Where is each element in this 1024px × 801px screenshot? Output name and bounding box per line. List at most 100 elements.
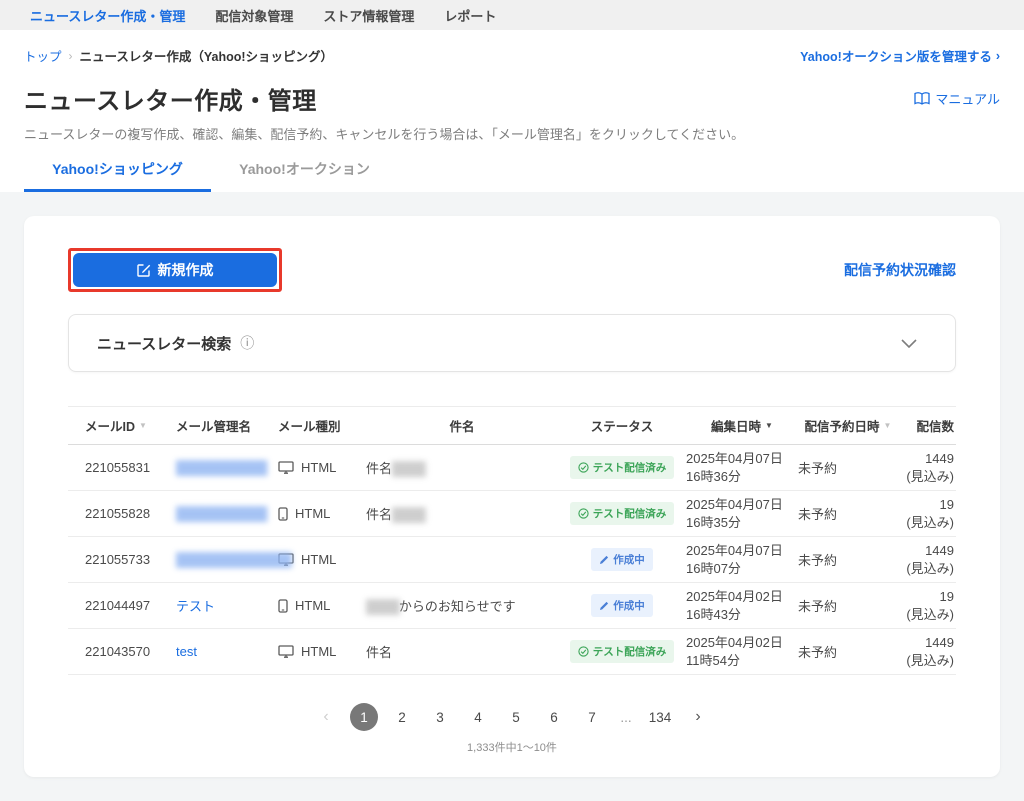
- header-status-label: ステータス: [590, 420, 654, 434]
- table-header-row: メールID ▼ メール管理名 メール種別 件名 ステータス 編集日時 ▼ 配信予…: [68, 406, 956, 445]
- edited-date: 2025年04月07日: [686, 451, 783, 466]
- platform-tabs: Yahoo!ショッピング Yahoo!オークション: [24, 159, 1000, 192]
- status-badge: テスト配信済み: [569, 640, 675, 664]
- manual-link[interactable]: マニュアル: [914, 89, 1000, 108]
- breadcrumb-home-link[interactable]: トップ: [24, 46, 62, 65]
- cell-edited: 2025年04月02日 16時43分: [686, 588, 798, 623]
- manage-name-link[interactable]: ███████████: [176, 506, 267, 521]
- page-button-1[interactable]: 1: [350, 703, 378, 732]
- pagination-summary: 1,333件中1〜10件: [467, 742, 557, 755]
- main-card: 新規作成 配信予約状況確認 ニュースレター検索 ⓘ メールID ▼ メール管理名…: [24, 216, 1000, 778]
- status-badge: 作成中: [591, 594, 653, 618]
- cell-status: テスト配信済み: [558, 502, 686, 526]
- header-scheduled[interactable]: 配信予約日時 ▼: [798, 416, 898, 435]
- count-note: (見込み): [906, 468, 954, 484]
- top-navigation: ニュースレター作成・管理 配信対象管理 ストア情報管理 レポート: [0, 0, 1024, 30]
- annotation-highlight: 新規作成: [68, 248, 282, 292]
- search-panel-title: ニュースレター検索: [97, 335, 232, 353]
- breadcrumb-current: ニュースレター作成（Yahoo!ショッピング）: [79, 50, 334, 64]
- cell-count: 1449 (見込み): [898, 450, 956, 485]
- mail-type-label: HTML: [295, 598, 331, 614]
- breadcrumb-separator-icon: ›: [68, 48, 73, 63]
- header-status: ステータス: [558, 416, 686, 435]
- count-note: (見込み): [906, 652, 954, 668]
- count-value: 1449: [925, 543, 954, 559]
- sort-icon: ▼: [883, 421, 892, 430]
- count-note: (見込み): [906, 560, 954, 576]
- cell-count: 19 (見込み): [898, 588, 956, 623]
- subject-redacted: ████: [392, 461, 426, 477]
- cell-mail-type: HTML: [278, 552, 366, 567]
- edited-date: 2025年04月02日: [686, 589, 783, 605]
- header-count-label: 配信数: [916, 420, 954, 434]
- auction-version-link[interactable]: Yahoo!オークション版を管理する ›: [800, 46, 1000, 65]
- page-button-6[interactable]: 6: [540, 703, 568, 731]
- chevron-down-icon[interactable]: [901, 338, 917, 348]
- header-subject-label: 件名: [449, 420, 475, 434]
- tab-yahoo-auction[interactable]: Yahoo!オークション: [211, 159, 398, 192]
- subject-text: 件名: [366, 461, 393, 477]
- sort-icon-active: ▼: [765, 421, 773, 430]
- page-button-2[interactable]: 2: [388, 703, 416, 731]
- header-manage-name-label: メール管理名: [176, 420, 252, 434]
- page-button-134[interactable]: 134: [646, 703, 674, 731]
- cell-status: テスト配信済み: [558, 640, 686, 664]
- delivery-schedule-status-link[interactable]: 配信予約状況確認: [844, 260, 956, 280]
- mobile-icon: [278, 506, 288, 521]
- header-subject: 件名: [366, 416, 558, 435]
- subject-redacted: ████: [366, 599, 400, 615]
- cell-edited: 2025年04月02日 11時54分: [686, 634, 798, 669]
- header-mail-type-label: メール種別: [278, 420, 341, 434]
- header-mail-id[interactable]: メールID ▼: [68, 416, 176, 435]
- header-mail-type: メール種別: [278, 416, 366, 435]
- manage-name-link[interactable]: test: [176, 644, 197, 659]
- desktop-icon: [278, 645, 294, 659]
- status-label: テスト配信済み: [592, 646, 667, 659]
- pagination: ‹ 1 2 3 4 5 6 7 ... 134 ›: [68, 703, 956, 732]
- newsletter-search-accordion[interactable]: ニュースレター検索 ⓘ: [68, 314, 956, 372]
- table-row: 221044497 テスト HTML ████からのお知らせです 作成中 202…: [68, 583, 956, 630]
- mail-type-label: HTML: [301, 460, 337, 476]
- manage-name-link[interactable]: テスト: [176, 599, 215, 614]
- cell-mail-id: 221044497: [85, 598, 151, 614]
- edited-time: 16時36分: [686, 468, 741, 484]
- manage-name-link[interactable]: ███████████: [176, 460, 267, 475]
- create-new-button[interactable]: 新規作成: [73, 253, 277, 287]
- cell-count: 1449 (見込み): [898, 542, 956, 577]
- edited-time: 16時35分: [686, 514, 741, 530]
- book-icon: [914, 92, 931, 105]
- page-title: ニュースレター作成・管理: [24, 88, 317, 115]
- table-row: 221055831 ███████████ HTML 件名████ テスト配信済…: [68, 445, 956, 492]
- table-row: 221043570 test HTML 件名 テスト配信済み 2025年04月0…: [68, 629, 956, 676]
- manage-name-link[interactable]: ██████████████: [176, 552, 292, 567]
- cell-mail-type: HTML: [278, 460, 366, 475]
- page-button-7[interactable]: 7: [578, 703, 606, 731]
- cell-mail-id: 221055733: [85, 552, 151, 568]
- page-button-4[interactable]: 4: [464, 703, 492, 731]
- status-label: テスト配信済み: [592, 508, 667, 521]
- nav-item-newsletter-manage[interactable]: ニュースレター作成・管理: [30, 6, 185, 25]
- info-icon[interactable]: ⓘ: [240, 333, 254, 353]
- mobile-icon: [278, 599, 288, 613]
- nav-item-store-info[interactable]: ストア情報管理: [323, 6, 414, 25]
- cell-mail-type: HTML: [278, 598, 366, 613]
- newsletter-table: メールID ▼ メール管理名 メール種別 件名 ステータス 編集日時 ▼ 配信予…: [68, 406, 956, 676]
- cell-status: 作成中: [558, 594, 686, 618]
- page-button-5[interactable]: 5: [502, 703, 530, 731]
- tab-yahoo-shopping[interactable]: Yahoo!ショッピング: [24, 159, 211, 192]
- header-edited-label: 編集日時: [711, 420, 762, 434]
- cell-subject: 件名████: [366, 458, 558, 477]
- page-header: トップ › ニュースレター作成（Yahoo!ショッピング） Yahoo!オークシ…: [0, 30, 1024, 192]
- count-note: (見込み): [906, 514, 954, 530]
- nav-item-delivery-target[interactable]: 配信対象管理: [215, 6, 293, 25]
- cell-status: テスト配信済み: [558, 456, 686, 480]
- page-button-3[interactable]: 3: [426, 703, 454, 731]
- header-edited[interactable]: 編集日時 ▼: [686, 416, 798, 435]
- status-label: 作成中: [613, 554, 645, 567]
- nav-item-report[interactable]: レポート: [444, 6, 496, 25]
- count-value: 19: [939, 497, 954, 513]
- mail-type-label: HTML: [295, 506, 331, 522]
- next-page-icon[interactable]: ›: [684, 703, 712, 731]
- status-badge: 作成中: [591, 548, 653, 572]
- count-value: 1449: [925, 635, 954, 651]
